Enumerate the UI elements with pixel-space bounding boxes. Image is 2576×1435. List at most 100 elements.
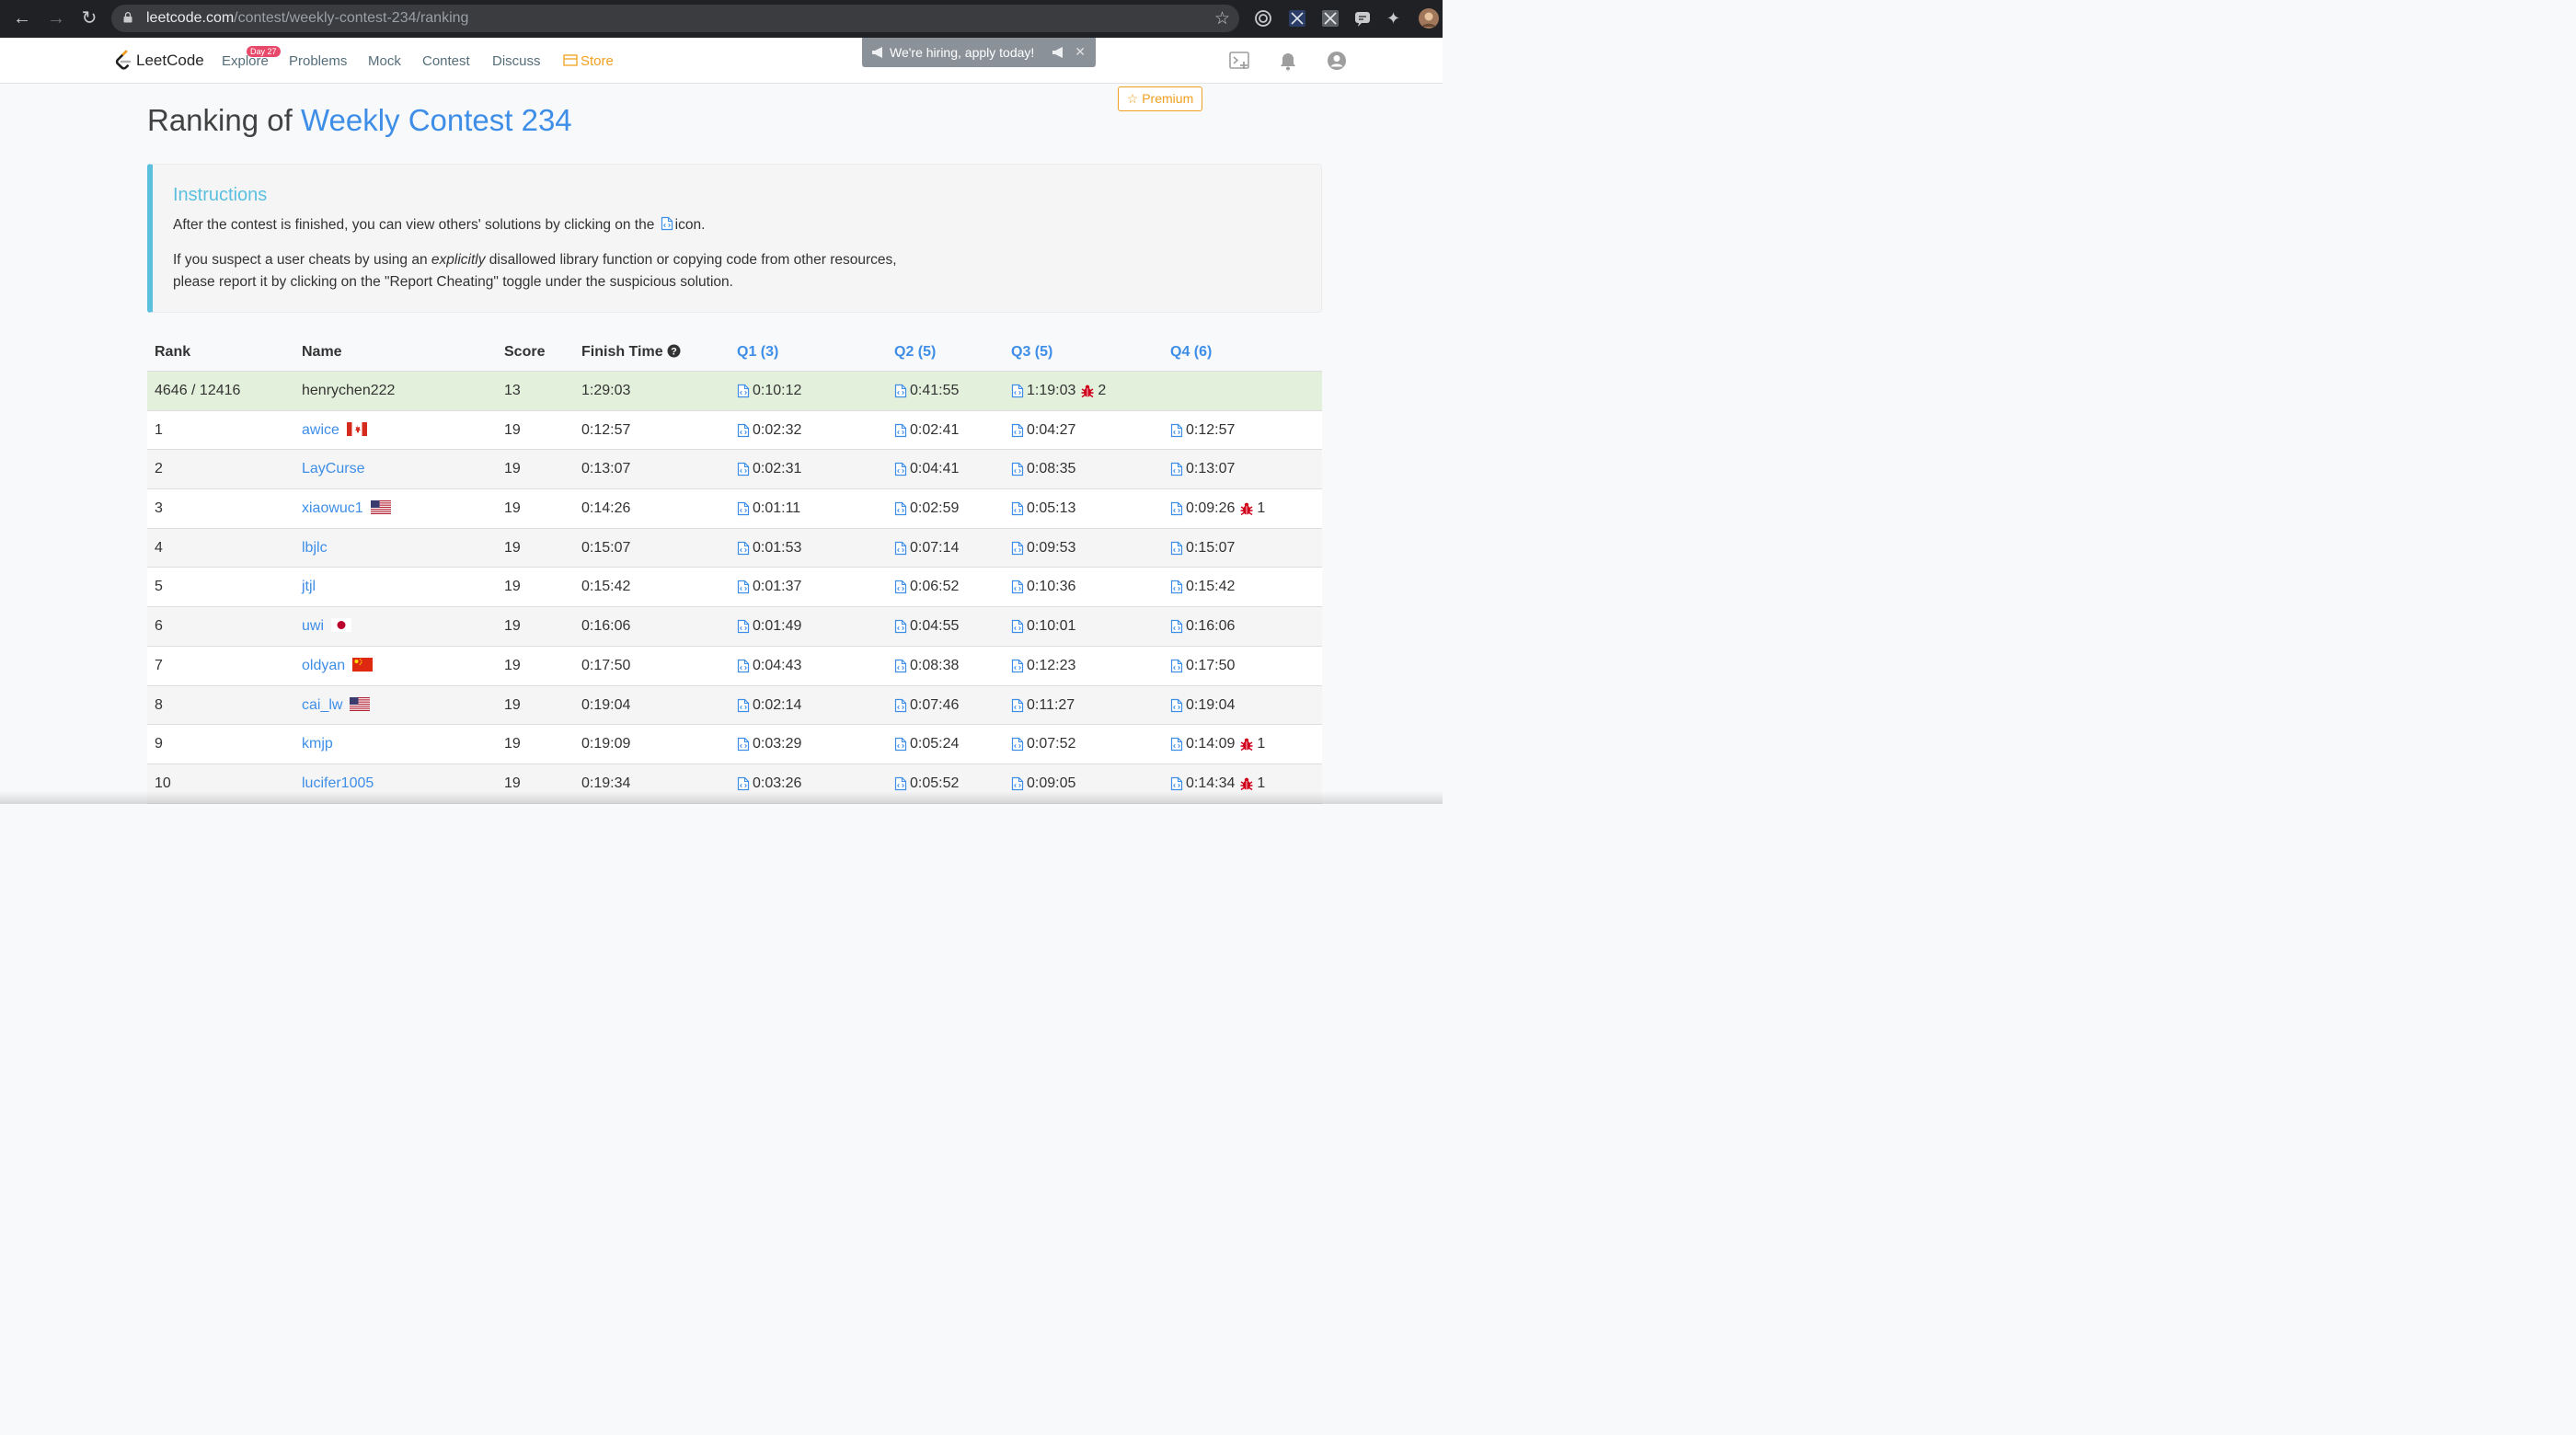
code-file-icon[interactable] bbox=[737, 541, 750, 556]
q3-time: 0:12:23 bbox=[1027, 657, 1076, 673]
code-file-icon[interactable] bbox=[737, 384, 750, 398]
code-file-icon[interactable] bbox=[894, 659, 907, 673]
code-file-icon[interactable] bbox=[1170, 580, 1183, 594]
page-title-prefix: Ranking of bbox=[147, 103, 293, 137]
nav-store[interactable]: Store bbox=[563, 53, 614, 69]
code-file-icon[interactable] bbox=[894, 384, 907, 398]
code-file-icon[interactable] bbox=[894, 698, 907, 713]
code-file-icon[interactable] bbox=[1011, 423, 1024, 438]
code-file-icon[interactable] bbox=[737, 659, 750, 673]
bell-icon[interactable] bbox=[1280, 52, 1296, 71]
code-file-icon[interactable] bbox=[1011, 580, 1024, 594]
premium-button[interactable]: ☆ Premium bbox=[1118, 86, 1202, 111]
nav-discuss[interactable]: Discuss bbox=[492, 53, 541, 69]
code-file-icon[interactable] bbox=[737, 619, 750, 634]
username-link[interactable]: jtjl bbox=[302, 579, 316, 594]
q1-cell: 0:01:53 bbox=[737, 540, 801, 557]
code-file-icon[interactable] bbox=[1170, 698, 1183, 713]
q3-cell: 0:11:27 bbox=[1011, 697, 1075, 714]
chat-extension-icon[interactable] bbox=[1353, 9, 1372, 28]
code-file-icon[interactable] bbox=[737, 698, 750, 713]
leetcode-logo[interactable]: LeetCode bbox=[114, 49, 204, 73]
code-file-icon[interactable] bbox=[1170, 619, 1183, 634]
q2-cell: 0:08:38 bbox=[894, 658, 959, 674]
code-file-icon[interactable] bbox=[1170, 501, 1183, 516]
username-link[interactable]: lbjlc bbox=[302, 540, 328, 556]
table-row: 6 uwi 19 0:16:06 0:01:49 0:04:55 0:10:01 0:16:0… bbox=[147, 607, 1322, 647]
code-file-icon[interactable] bbox=[1011, 462, 1024, 476]
header-q2[interactable]: Q2 (5) bbox=[894, 344, 936, 361]
code-file-icon[interactable] bbox=[737, 501, 750, 516]
code-file-icon[interactable] bbox=[737, 423, 750, 438]
code-file-icon[interactable] bbox=[737, 737, 750, 752]
q2-time: 0:06:52 bbox=[910, 579, 960, 595]
username-link[interactable]: cai_lw bbox=[302, 697, 342, 713]
nav-mock[interactable]: Mock bbox=[368, 53, 401, 69]
q1-cell: 0:10:12 bbox=[737, 383, 801, 399]
code-file-icon[interactable] bbox=[737, 580, 750, 594]
rank-cell: 1 bbox=[155, 421, 163, 438]
contest-name-link[interactable]: Weekly Contest 234 bbox=[301, 103, 572, 137]
username-link[interactable]: oldyan bbox=[302, 658, 345, 673]
tools-extension-icon[interactable] bbox=[1321, 9, 1340, 28]
code-file-icon[interactable] bbox=[1011, 541, 1024, 556]
code-file-icon[interactable] bbox=[894, 423, 907, 438]
profile-avatar-icon[interactable] bbox=[1419, 8, 1439, 29]
code-file-icon[interactable] bbox=[894, 541, 907, 556]
code-file-icon[interactable] bbox=[1170, 462, 1183, 476]
bookmark-star-icon[interactable]: ☆ bbox=[1214, 8, 1230, 29]
finish-time-cell: 0:16:06 bbox=[581, 618, 631, 635]
q2-cell: 0:04:55 bbox=[894, 618, 959, 635]
username-link[interactable]: lucifer1005 bbox=[302, 775, 374, 791]
q3-cell: 0:08:35 bbox=[1011, 461, 1075, 477]
code-file-icon[interactable] bbox=[737, 776, 750, 791]
target-extension-icon[interactable] bbox=[1254, 9, 1272, 28]
code-file-icon[interactable] bbox=[1170, 737, 1183, 752]
username-link[interactable]: LayCurse bbox=[302, 461, 364, 476]
username-link[interactable]: xiaowuc1 bbox=[302, 500, 363, 516]
question-circle-icon[interactable]: ? bbox=[667, 344, 681, 358]
code-file-icon[interactable] bbox=[1170, 423, 1183, 438]
code-file-icon[interactable] bbox=[1011, 501, 1024, 516]
code-file-icon[interactable] bbox=[1011, 384, 1024, 398]
user-account-icon[interactable] bbox=[1327, 51, 1347, 71]
code-file-icon[interactable] bbox=[894, 462, 907, 476]
q1-cell: 0:01:37 bbox=[737, 579, 801, 595]
close-icon[interactable]: ✕ bbox=[1075, 44, 1086, 60]
header-q4[interactable]: Q4 (6) bbox=[1170, 344, 1212, 361]
address-bar[interactable]: leetcode.com/contest/weekly-contest-234/… bbox=[111, 5, 1239, 32]
code-file-icon[interactable] bbox=[1011, 737, 1024, 752]
code-file-icon[interactable] bbox=[1011, 619, 1024, 634]
code-file-icon[interactable] bbox=[1011, 659, 1024, 673]
username-link[interactable]: uwi bbox=[302, 618, 324, 634]
q4-cell: 0:15:42 bbox=[1170, 579, 1235, 595]
swords-extension-icon[interactable] bbox=[1288, 9, 1306, 28]
header-q3[interactable]: Q3 (5) bbox=[1011, 344, 1052, 361]
back-arrow-icon[interactable]: ← bbox=[11, 7, 33, 29]
reload-icon[interactable]: ↻ bbox=[78, 7, 100, 29]
code-file-icon[interactable] bbox=[1170, 776, 1183, 791]
code-file-icon[interactable] bbox=[894, 580, 907, 594]
code-file-icon[interactable] bbox=[1011, 698, 1024, 713]
q3-cell: 0:10:01 bbox=[1011, 618, 1075, 635]
rank-cell: 9 bbox=[155, 736, 163, 752]
playground-icon[interactable] bbox=[1229, 52, 1251, 71]
score-cell: 19 bbox=[504, 657, 521, 673]
code-file-icon[interactable] bbox=[894, 737, 907, 752]
code-file-icon[interactable] bbox=[894, 776, 907, 791]
code-file-icon[interactable] bbox=[894, 619, 907, 634]
nav-contest[interactable]: Contest bbox=[422, 53, 470, 69]
code-file-icon[interactable] bbox=[737, 462, 750, 476]
nav-problems[interactable]: Problems bbox=[289, 53, 347, 69]
hiring-banner[interactable]: We're hiring, apply today! ✕ bbox=[862, 38, 1096, 67]
username-link[interactable]: awice bbox=[302, 422, 339, 438]
rank-cell: 8 bbox=[155, 696, 163, 713]
forward-arrow-icon[interactable]: → bbox=[45, 7, 67, 29]
username-link[interactable]: kmjp bbox=[302, 736, 333, 752]
header-q1[interactable]: Q1 (3) bbox=[737, 344, 778, 361]
code-file-icon[interactable] bbox=[1170, 541, 1183, 556]
code-file-icon[interactable] bbox=[1170, 659, 1183, 673]
code-file-icon[interactable] bbox=[894, 501, 907, 516]
puzzle-extensions-icon[interactable]: ✦ bbox=[1386, 9, 1405, 28]
code-file-icon[interactable] bbox=[1011, 776, 1024, 791]
